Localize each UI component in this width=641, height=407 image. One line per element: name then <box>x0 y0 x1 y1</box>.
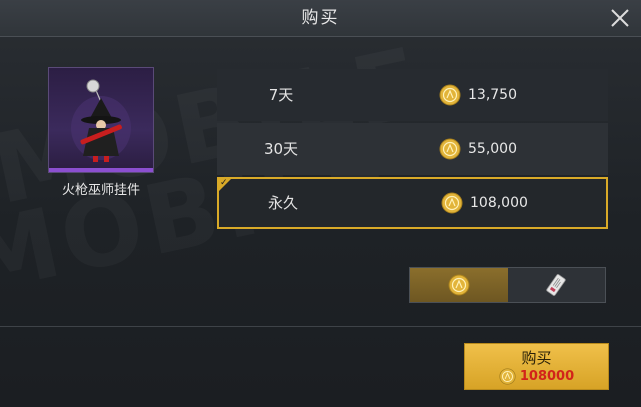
dialog-title: 购买 <box>301 8 340 28</box>
close-icon <box>611 9 629 27</box>
option-price-value: 13,750 <box>468 87 517 103</box>
coin-icon <box>441 192 463 214</box>
buy-button-price-value: 108000 <box>519 369 575 384</box>
item-name: 火枪巫师挂件 <box>61 183 140 198</box>
close-button[interactable] <box>605 3 635 33</box>
coin-icon <box>448 274 470 296</box>
option-price: 13,750 <box>439 69 517 121</box>
option-price-value: 55,000 <box>468 141 517 157</box>
option-duration: 7天 <box>268 86 294 104</box>
currency-coin-button[interactable] <box>410 268 508 302</box>
buy-button-price: 108000 <box>465 368 608 385</box>
dialog-header: 购买 <box>0 0 641 37</box>
witch-pendant-icon <box>71 79 131 162</box>
option-price: 55,000 <box>439 123 517 175</box>
coin-icon <box>439 138 461 160</box>
coupon-ticket-icon <box>546 274 566 296</box>
item-preview <box>48 67 154 173</box>
currency-coupon-button[interactable] <box>507 268 605 302</box>
buy-button-label: 购买 <box>521 349 552 367</box>
option-price: 108,000 <box>441 179 528 227</box>
rarity-bar <box>49 168 153 172</box>
divider <box>0 326 641 327</box>
option-duration: 30天 <box>263 140 299 158</box>
option-permanent[interactable]: ✓ 永久 108,000 <box>217 177 608 229</box>
coin-icon <box>439 84 461 106</box>
purchase-dialog: MOBILE MOBILE 购买 <box>0 0 641 407</box>
coin-icon <box>499 368 516 385</box>
currency-toggle <box>409 267 606 303</box>
option-duration: 永久 <box>267 194 298 212</box>
buy-button[interactable]: 购买 108000 <box>464 343 609 390</box>
option-30-days[interactable]: 30天 55,000 <box>217 123 608 175</box>
option-7-days[interactable]: 7天 13,750 <box>217 69 608 121</box>
option-price-value: 108,000 <box>470 195 528 211</box>
